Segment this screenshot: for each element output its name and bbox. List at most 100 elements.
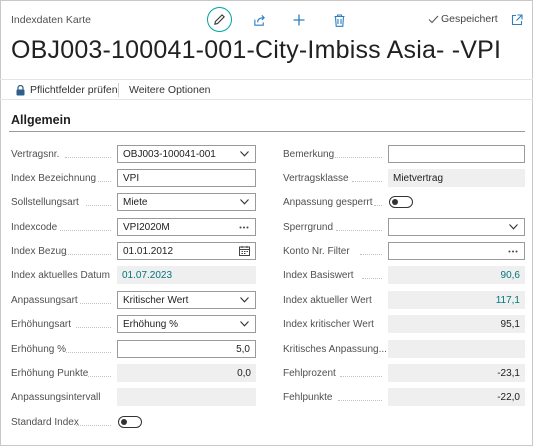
increase-percent-value: 5,0 — [236, 343, 250, 355]
index-code-lookup[interactable]: VPI2020M — [117, 218, 256, 236]
contract-no-value: OBJ003-100041-001 — [123, 148, 216, 160]
delete-button[interactable] — [328, 9, 350, 31]
dotted-leader — [352, 181, 382, 182]
dotted-leader — [66, 352, 111, 353]
saved-status: Gespeichert — [428, 13, 498, 25]
more-options-button[interactable]: Weitere Optionen — [129, 84, 211, 96]
action-separator — [118, 83, 119, 97]
index-current-date-field[interactable]: 01.07.2023 — [117, 266, 256, 284]
dotted-leader — [340, 376, 382, 377]
ellipsis-icon[interactable] — [507, 250, 519, 253]
adjustment-blocked-toggle[interactable] — [389, 196, 413, 208]
index-current-value-field[interactable]: 117,1 — [388, 291, 525, 309]
index-critical-value-value: 95,1 — [500, 318, 520, 330]
dotted-leader — [360, 254, 382, 255]
ellipsis-icon[interactable] — [238, 226, 250, 229]
missing-percent-value: -23,1 — [497, 367, 520, 379]
account-no-filter-label: Konto Nr. Filter — [283, 245, 350, 257]
new-button[interactable] — [288, 9, 310, 31]
index-current-value-value: 117,1 — [495, 294, 520, 306]
index-base-value-label: Index Basiswert — [283, 269, 354, 281]
index-name-label: Index Bezeichnung — [11, 172, 97, 184]
remark-field[interactable] — [388, 145, 525, 163]
dotted-leader — [66, 254, 111, 255]
standard-index-toggle[interactable] — [118, 416, 142, 428]
remark-label: Bemerkung — [283, 148, 335, 160]
chevron-down-icon — [238, 151, 250, 157]
critical-adjustment-label: Kritisches Anpassung... — [283, 343, 387, 355]
toggle-knob — [121, 418, 127, 425]
dotted-leader — [86, 205, 111, 206]
adjustment-type-value: Kritischer Wert — [123, 294, 189, 306]
index-code-value: VPI2020M — [123, 221, 170, 233]
index-base-value-field[interactable]: 90,6 — [388, 266, 525, 284]
dotted-leader — [374, 205, 382, 206]
increase-type-select[interactable]: Erhöhung % — [117, 315, 256, 333]
index-base-value-value: 90,6 — [500, 269, 520, 281]
dotted-leader — [60, 230, 111, 231]
index-name-field[interactable]: VPI — [117, 169, 256, 187]
missing-percent-field: -23,1 — [388, 364, 525, 382]
block-reason-label: Sperrgrund — [283, 221, 334, 233]
fasttab-divider — [9, 131, 525, 132]
dotted-leader — [338, 400, 382, 401]
index-critical-value-label: Index kritischer Wert — [283, 318, 374, 330]
check-required-fields-label: Pflichtfelder prüfen — [30, 84, 118, 96]
posting-type-value: Miete — [123, 196, 148, 208]
dotted-leader — [76, 327, 111, 328]
dotted-leader — [80, 303, 111, 304]
page-caption: Indexdaten Karte — [11, 14, 91, 26]
pencil-icon — [214, 14, 225, 25]
check-required-fields-button[interactable]: Pflichtfelder prüfen — [16, 84, 118, 96]
dotted-leader — [362, 278, 382, 279]
check-icon — [428, 15, 439, 23]
increase-percent-label: Erhöhung % — [11, 343, 67, 355]
missing-points-value: -22,0 — [497, 391, 520, 403]
index-reference-value: 01.01.2012 — [123, 245, 174, 257]
increase-points-value: 0,0 — [237, 367, 251, 379]
posting-type-label: Sollstellungsart — [11, 196, 79, 208]
chevron-down-icon — [238, 199, 250, 205]
contract-no-select[interactable]: OBJ003-100041-001 — [117, 145, 256, 163]
toggle-knob — [392, 198, 398, 205]
calendar-icon[interactable] — [238, 246, 250, 256]
account-no-filter-lookup[interactable] — [388, 242, 525, 260]
index-reference-label: Index Bezug — [11, 245, 67, 257]
increase-percent-field[interactable]: 5,0 — [117, 340, 256, 358]
open-in-new-window-button[interactable] — [506, 9, 528, 31]
missing-points-field: -22,0 — [388, 388, 525, 406]
increase-points-field: 0,0 — [117, 364, 256, 382]
adjustment-interval-field — [117, 388, 256, 406]
edit-button[interactable] — [207, 7, 232, 32]
index-current-date-label: Index aktuelles Datum — [11, 269, 110, 281]
contract-class-value: Mietvertrag — [393, 172, 444, 184]
share-button[interactable] — [248, 9, 270, 31]
more-options-label: Weitere Optionen — [129, 84, 211, 96]
chevron-down-icon — [507, 224, 519, 230]
lock-icon — [16, 84, 25, 95]
adjustment-blocked-label: Anpassung gesperrt — [283, 196, 373, 208]
index-current-date-value: 01.07.2023 — [122, 269, 173, 281]
standard-index-label: Standard Index — [11, 416, 79, 428]
chevron-down-icon — [238, 297, 250, 303]
dotted-leader — [98, 181, 111, 182]
dotted-leader — [76, 425, 111, 426]
increase-type-value: Erhöhung % — [123, 318, 179, 330]
page-title: OBJ003-100041-001-City-Imbiss Asia- -VPI — [11, 36, 502, 64]
fasttab-general-title[interactable]: Allgemein — [11, 113, 71, 127]
dotted-leader — [88, 376, 111, 377]
block-reason-select[interactable] — [388, 218, 525, 236]
index-reference-date-field[interactable]: 01.01.2012 — [117, 242, 256, 260]
index-name-value: VPI — [123, 172, 140, 184]
posting-type-select[interactable]: Miete — [117, 193, 256, 211]
dotted-leader — [336, 230, 382, 231]
adjustment-type-select[interactable]: Kritischer Wert — [117, 291, 256, 309]
dotted-leader — [333, 157, 382, 158]
share-icon — [253, 14, 265, 26]
action-bar: Pflichtfelder prüfen Weitere Optionen — [0, 79, 533, 100]
index-current-value-label: Index aktueller Wert — [283, 294, 372, 306]
chevron-down-icon — [238, 321, 250, 327]
index-code-label: Indexcode — [11, 221, 58, 233]
contract-no-label: Vertragsnr. — [11, 148, 60, 160]
plus-icon — [293, 14, 305, 26]
